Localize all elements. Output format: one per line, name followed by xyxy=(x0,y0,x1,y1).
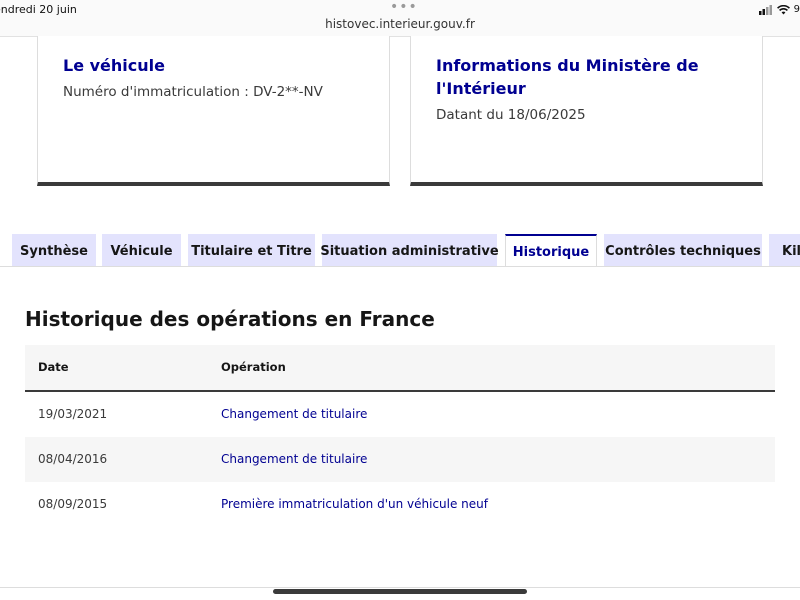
vehicle-card-title: Le véhicule xyxy=(63,56,165,75)
table-header: Date Opération xyxy=(25,345,775,392)
more-dots-icon[interactable]: ••• xyxy=(390,0,418,15)
tab-situation-administrative[interactable]: Situation administrative xyxy=(320,234,499,267)
wifi-icon xyxy=(776,4,790,14)
ministry-card-title: Informations du Ministère de l'Intérieur xyxy=(436,56,699,98)
signal-icon xyxy=(758,4,772,15)
column-header-operation: Opération xyxy=(221,360,286,374)
address-bar-url[interactable]: histovec.interieur.gouv.fr xyxy=(0,17,800,31)
status-icons: 9 xyxy=(758,4,800,15)
row-date: 08/09/2015 xyxy=(38,497,108,511)
vehicle-card: Le véhicule Numéro d'immatriculation : D… xyxy=(37,36,390,186)
tab-historique[interactable]: Historique xyxy=(505,234,597,268)
browser-status-bar: endredi 20 juin ••• histovec.interieur.g… xyxy=(0,0,800,37)
tab-controles-techniques[interactable]: Contrôles techniques xyxy=(604,234,762,267)
row-operation-link[interactable]: Première immatriculation d'un véhicule n… xyxy=(221,497,488,511)
home-indicator[interactable] xyxy=(273,589,527,594)
tab-titulaire-et-titre[interactable]: Titulaire et Titre xyxy=(188,234,315,267)
row-operation-link[interactable]: Changement de titulaire xyxy=(221,452,367,466)
history-panel: Historique des opérations en France Date… xyxy=(0,266,800,588)
column-header-date: Date xyxy=(38,360,69,374)
history-title: Historique des opérations en France xyxy=(25,307,435,331)
row-operation-link[interactable]: Changement de titulaire xyxy=(221,407,367,421)
tab-bar: Synthèse Véhicule Titulaire et Titre Sit… xyxy=(0,234,800,268)
table-row: 19/03/2021 Changement de titulaire xyxy=(25,392,775,437)
registration-number: Numéro d'immatriculation : DV-2**-NV xyxy=(63,84,323,100)
history-table: Date Opération 19/03/2021 Changement de … xyxy=(25,345,775,527)
tab-synthese[interactable]: Synthèse xyxy=(12,234,96,267)
tab-kilometrage[interactable]: Kilo xyxy=(769,234,800,267)
row-date: 19/03/2021 xyxy=(38,407,108,421)
tab-vehicule[interactable]: Véhicule xyxy=(102,234,181,267)
data-date: Datant du 18/06/2025 xyxy=(436,107,586,123)
table-row: 08/09/2015 Première immatriculation d'un… xyxy=(25,482,775,527)
status-time: endredi 20 juin xyxy=(0,3,77,16)
ministry-card: Informations du Ministère de l'Intérieur… xyxy=(410,36,763,186)
table-row: 08/04/2016 Changement de titulaire xyxy=(25,437,775,482)
battery-percentage: 9 xyxy=(793,4,800,15)
row-date: 08/04/2016 xyxy=(38,452,108,466)
